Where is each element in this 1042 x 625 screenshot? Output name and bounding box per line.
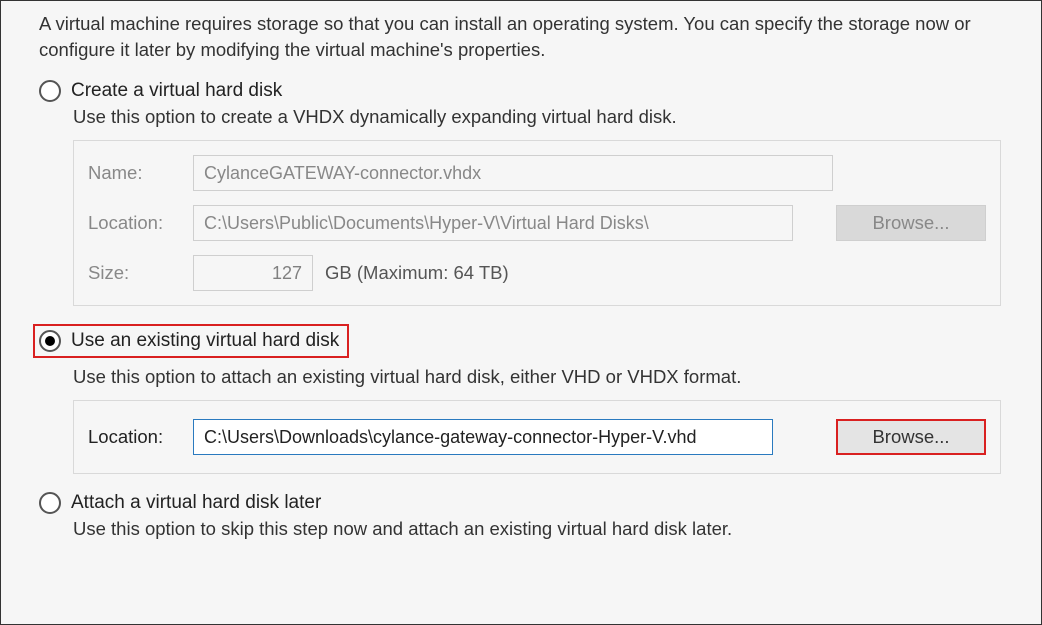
row-location-create: Location: C:\Users\Public\Documents\Hype…	[88, 205, 986, 241]
option-existing: Use an existing virtual hard disk Use th…	[1, 306, 1041, 474]
name-input: CylanceGATEWAY-connector.vhdx	[193, 155, 833, 191]
location-create-label: Location:	[88, 212, 193, 234]
option-later-desc: Use this option to skip this step now an…	[39, 518, 1003, 540]
radio-later[interactable]	[39, 492, 61, 514]
radio-existing-row[interactable]: Use an existing virtual hard disk	[33, 324, 349, 358]
wizard-step-virtual-hard-disk: A virtual machine requires storage so th…	[0, 0, 1042, 625]
size-suffix: GB (Maximum: 64 TB)	[325, 262, 509, 284]
option-existing-desc: Use this option to attach an existing vi…	[39, 366, 1003, 388]
radio-create-label: Create a virtual hard disk	[71, 80, 282, 102]
location-existing-label: Location:	[88, 426, 193, 448]
size-input: 127	[193, 255, 313, 291]
row-size: Size: 127 GB (Maximum: 64 TB)	[88, 255, 986, 291]
name-label: Name:	[88, 162, 193, 184]
row-name: Name: CylanceGATEWAY-connector.vhdx	[88, 155, 986, 191]
radio-existing[interactable]	[39, 330, 61, 352]
row-location-existing: Location: C:\Users\Downloads\cylance-gat…	[88, 419, 986, 455]
browse-existing-button[interactable]: Browse...	[836, 419, 986, 455]
create-form: Name: CylanceGATEWAY-connector.vhdx Loca…	[73, 140, 1001, 306]
intro-text: A virtual machine requires storage so th…	[1, 11, 1041, 70]
location-existing-input[interactable]: C:\Users\Downloads\cylance-gateway-conne…	[193, 419, 773, 455]
option-later: Attach a virtual hard disk later Use thi…	[1, 474, 1041, 540]
radio-create[interactable]	[39, 80, 61, 102]
radio-later-label: Attach a virtual hard disk later	[71, 492, 321, 514]
existing-form: Location: C:\Users\Downloads\cylance-gat…	[73, 400, 1001, 474]
option-create-desc: Use this option to create a VHDX dynamic…	[39, 106, 1003, 128]
location-create-input: C:\Users\Public\Documents\Hyper-V\Virtua…	[193, 205, 793, 241]
size-label: Size:	[88, 262, 193, 284]
radio-later-row[interactable]: Attach a virtual hard disk later	[39, 492, 1003, 514]
browse-create-button: Browse...	[836, 205, 986, 241]
radio-existing-label: Use an existing virtual hard disk	[71, 330, 339, 352]
option-create: Create a virtual hard disk Use this opti…	[1, 70, 1041, 306]
radio-create-row[interactable]: Create a virtual hard disk	[39, 80, 1003, 102]
